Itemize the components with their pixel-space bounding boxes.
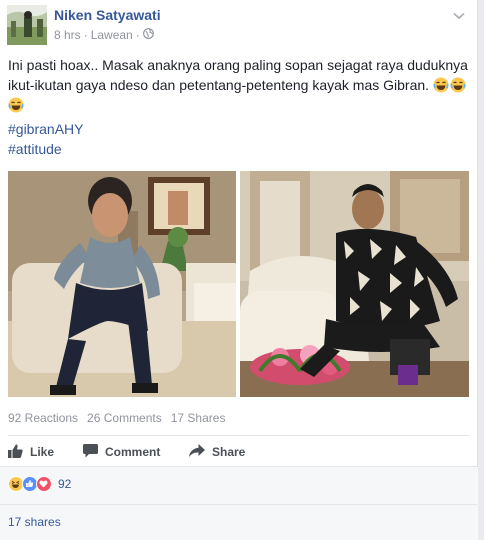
- reactions-summary[interactable]: 92: [8, 476, 71, 492]
- share-label: Share: [212, 445, 246, 459]
- share-icon: [189, 444, 205, 460]
- post-meta: 8 hrs · Lawean ·: [54, 28, 154, 42]
- shares-count[interactable]: 17 Shares: [171, 411, 226, 425]
- meta-separator: ·: [83, 28, 88, 42]
- hashtag-link[interactable]: #attitude: [8, 139, 84, 159]
- meta-separator: ·: [135, 28, 140, 42]
- post-text-block: Ini pasti hoax.. Masak anaknya orang pal…: [8, 55, 470, 115]
- comment-label: Comment: [105, 445, 161, 459]
- joy-emoji: [433, 77, 449, 93]
- comment-button[interactable]: Comment: [83, 443, 161, 461]
- hashtags: #gibranAHY #attitude: [8, 119, 84, 159]
- share-button[interactable]: Share: [189, 444, 245, 460]
- action-bar: Like Comment Share: [0, 438, 478, 466]
- post-text: Ini pasti hoax.. Masak anaknya orang pal…: [8, 57, 468, 93]
- divider: [0, 504, 477, 505]
- hashtag-link[interactable]: #gibranAHY: [8, 119, 84, 139]
- globe-icon[interactable]: [142, 28, 154, 42]
- comment-icon: [83, 443, 98, 461]
- joy-emoji: [8, 97, 24, 113]
- post-header: Niken Satyawati 8 hrs · Lawean ·: [7, 5, 477, 47]
- post-photo-right[interactable]: [240, 171, 469, 397]
- chevron-down-icon[interactable]: [453, 7, 465, 25]
- reactions-count[interactable]: 92 Reactions: [8, 411, 78, 425]
- like-label: Like: [30, 445, 55, 459]
- thumbs-up-icon: [8, 444, 23, 461]
- avatar[interactable]: [7, 5, 47, 45]
- comments-count[interactable]: 26 Comments: [87, 411, 162, 425]
- like-button[interactable]: Like: [8, 444, 54, 461]
- reactions-total[interactable]: 92: [58, 477, 71, 491]
- post-time[interactable]: 8 hrs: [54, 28, 81, 42]
- post-photo-left[interactable]: [8, 171, 236, 397]
- post-location[interactable]: Lawean: [91, 28, 133, 42]
- divider: [8, 435, 469, 436]
- shares-link[interactable]: 17 shares: [8, 515, 61, 529]
- divider: [0, 466, 477, 467]
- post-card: Niken Satyawati 8 hrs · Lawean · Ini pas…: [0, 0, 478, 540]
- love-icon: [36, 476, 52, 492]
- author-name[interactable]: Niken Satyawati: [54, 7, 161, 23]
- joy-emoji: [450, 77, 466, 93]
- post-stats: 92 Reactions 26 Comments 17 Shares: [8, 411, 225, 425]
